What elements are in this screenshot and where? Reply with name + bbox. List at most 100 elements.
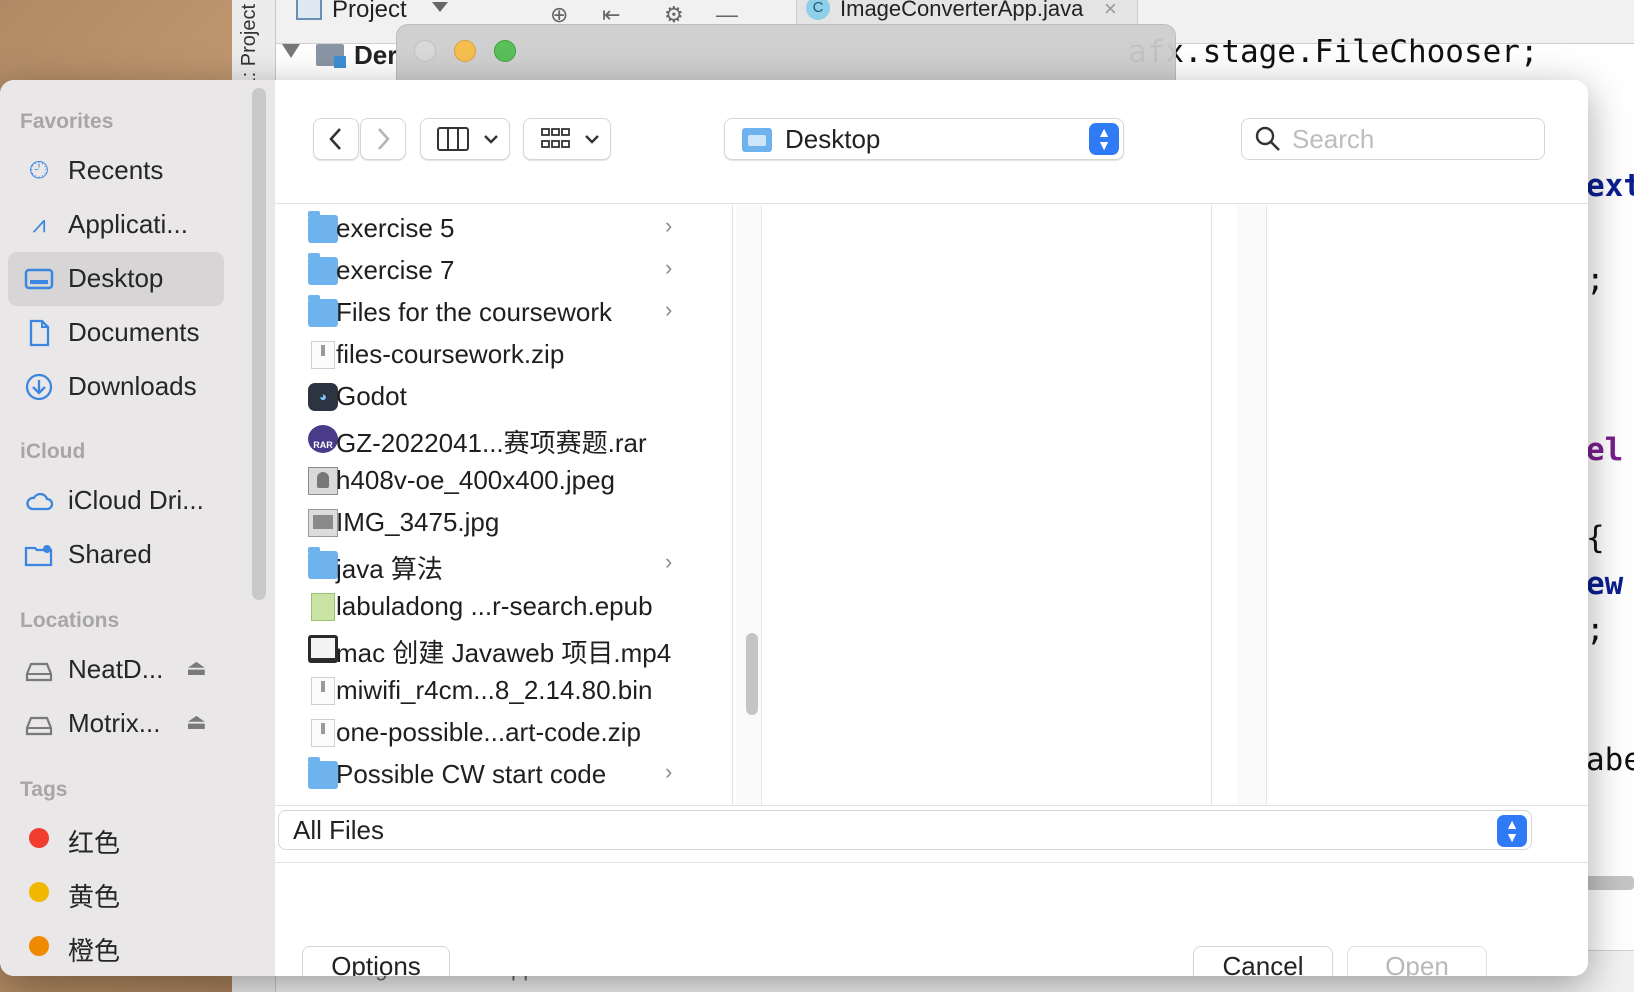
forward-button[interactable] (360, 118, 406, 160)
open-file-dialog: Favorites 🕘︎ Recents ⩘ Applicati... Desk… (0, 80, 1588, 976)
sidebar-item-applications[interactable]: ⩘ Applicati... (8, 198, 224, 252)
chevron-down-icon[interactable] (432, 2, 448, 12)
editor-horizontal-scrollbar[interactable] (1586, 876, 1634, 890)
cancel-button[interactable]: Cancel (1193, 946, 1333, 976)
code-line[interactable]: el (1586, 432, 1623, 468)
sidebar-item-documents[interactable]: Documents (8, 306, 224, 360)
file-row-video[interactable]: mac 创建 Javaweb 项目.mp4 (275, 627, 732, 671)
file-row-zip[interactable]: files-coursework.zip (275, 333, 732, 377)
file-name: one-possible...art-code.zip (336, 717, 641, 747)
open-button[interactable]: Open (1347, 946, 1487, 976)
close-window-icon[interactable] (414, 40, 436, 62)
sidebar-scrollbar[interactable] (252, 88, 266, 600)
document-icon (24, 318, 54, 348)
eject-icon[interactable]: ⏏ (186, 655, 207, 681)
code-line[interactable]: ; (1586, 262, 1605, 298)
tag-color-dot (29, 882, 49, 902)
sidebar-item-downloads[interactable]: Downloads (8, 360, 224, 414)
file-row-folder[interactable]: exercise 5 › (275, 207, 732, 251)
back-button[interactable] (313, 118, 359, 160)
video-thumbnail-icon (308, 635, 338, 663)
code-line[interactable]: { (1586, 520, 1605, 556)
chevron-right-icon: › (665, 255, 673, 280)
file-row-rar[interactable]: RAR GZ-2022041...赛项赛题.rar (275, 417, 732, 461)
tab-editor-file-label[interactable]: ImageConverterApp.java (840, 0, 1083, 22)
browser-pane: Desktop ▲▼ exercise 5 › exercise 7 › (275, 80, 1588, 976)
code-line[interactable]: ew (1586, 566, 1623, 602)
location-label: Desktop (785, 124, 881, 154)
sidebar-item-recents[interactable]: 🕘︎ Recents (8, 144, 224, 198)
tree-expand-icon[interactable] (282, 44, 300, 58)
image-thumbnail-icon (308, 509, 338, 537)
file-name: Godot (336, 381, 407, 411)
search-input[interactable] (1292, 124, 1532, 154)
file-row-folder[interactable]: exercise 7 › (275, 249, 732, 293)
zoom-window-icon[interactable] (494, 40, 516, 62)
file-name: java 算法 (336, 554, 443, 584)
file-name: IMG_3475.jpg (336, 507, 500, 537)
sidebar-section-tags: Tags (20, 778, 68, 801)
code-line[interactable]: ; (1586, 612, 1605, 648)
file-type-bar: All Files ▲ ▼ (275, 805, 1588, 863)
sidebar-item-shared[interactable]: Shared (8, 528, 224, 582)
folder-icon (308, 547, 338, 579)
file-type-select[interactable]: All Files ▲ ▼ (278, 810, 1532, 850)
file-row-zip[interactable]: one-possible...art-code.zip (275, 711, 732, 755)
group-by-button[interactable] (523, 118, 611, 160)
file-name: exercise 5 (336, 213, 455, 243)
ide-project-tool-label[interactable]: 1: Project (238, 4, 261, 88)
file-column-scrollbar[interactable] (746, 633, 758, 715)
sidebar-item-desktop[interactable]: Desktop (8, 252, 224, 306)
close-icon[interactable]: × (1104, 0, 1117, 22)
godot-app-icon: ◕ (308, 383, 338, 411)
search-field[interactable] (1241, 118, 1545, 160)
sidebar-item-icloud-drive[interactable]: iCloud Dri... (8, 474, 224, 528)
sidebar-item-volume-motrix[interactable]: Motrix... ⏏ (8, 697, 224, 751)
file-name: mac 创建 Javaweb 项目.mp4 (336, 638, 672, 668)
file-column: exercise 5 › exercise 7 › Files for the … (275, 205, 733, 805)
tree-node-label[interactable]: Der (354, 40, 397, 71)
file-row-epub[interactable]: labuladong ...r-search.epub (275, 585, 732, 629)
view-mode-button[interactable] (420, 118, 510, 160)
desktop-folder-icon (742, 128, 772, 152)
location-popup[interactable]: Desktop ▲ ▼ (724, 118, 1124, 160)
dialog-toolbar: Desktop ▲ ▼ (275, 80, 1588, 204)
file-row-jpg[interactable]: IMG_3475.jpg (275, 501, 732, 545)
file-row-folder[interactable]: Possible CW start code › (275, 753, 732, 797)
file-name: exercise 7 (336, 255, 455, 285)
folder-icon (308, 295, 338, 327)
project-view-label[interactable]: Project (332, 0, 407, 24)
epub-file-icon (311, 593, 335, 621)
chevron-right-icon: › (665, 297, 673, 322)
chevron-right-icon: › (665, 759, 673, 784)
column-resize-handle[interactable] (1237, 205, 1267, 805)
options-button[interactable]: Options (302, 946, 450, 976)
column-resize-handle[interactable] (736, 205, 762, 805)
code-line[interactable]: abe (1586, 742, 1634, 778)
code-line[interactable]: ext (1586, 168, 1634, 204)
file-name: Possible CW start code (336, 759, 607, 789)
minimize-window-icon[interactable] (454, 40, 476, 62)
sidebar-item-tag-yellow[interactable]: 黄色 (8, 866, 224, 920)
binary-file-icon (311, 677, 335, 705)
file-row-jpeg[interactable]: h408v-oe_400x400.jpeg (275, 459, 732, 503)
clock-icon: 🕘︎ (29, 157, 49, 184)
drive-icon (24, 655, 54, 685)
file-row-bin[interactable]: miwifi_r4cm...8_2.14.80.bin (275, 669, 732, 713)
code-line[interactable]: afx.stage.FileChooser; (1128, 34, 1539, 70)
sidebar-item-tag-red[interactable]: 红色 (8, 812, 224, 866)
cloud-icon (24, 486, 54, 516)
columns-view-icon (437, 127, 469, 158)
file-row-app[interactable]: ◕ Godot (275, 375, 732, 419)
sidebar-item-tag-orange[interactable]: 橙色 (8, 920, 224, 974)
sidebar-item-label: 黄色 (68, 882, 121, 912)
popup-stepper-icon: ▲ ▼ (1089, 123, 1119, 155)
eject-icon[interactable]: ⏏ (186, 709, 207, 735)
sidebar-item-volume-neatd[interactable]: NeatD... ⏏ (8, 643, 224, 697)
preview-column (762, 205, 1212, 805)
sidebar-item-label: Downloads (68, 371, 197, 401)
sidebar-item-label: iCloud Dri... (68, 485, 204, 515)
folder-icon (308, 211, 338, 243)
file-row-folder[interactable]: java 算法 › (275, 543, 732, 587)
file-row-folder[interactable]: Files for the coursework › (275, 291, 732, 335)
